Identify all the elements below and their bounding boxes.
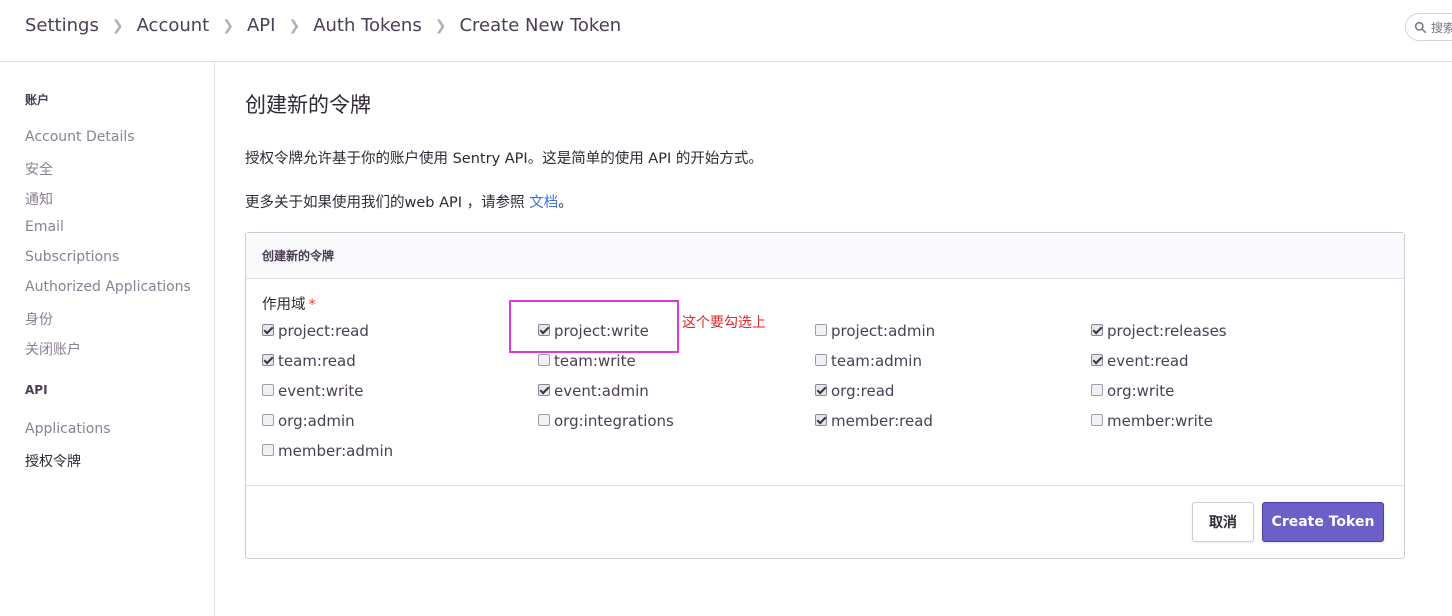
scope-org-integrations[interactable]: org:integrations — [538, 412, 674, 430]
breadcrumb: Settings ❯ Account ❯ API ❯ Auth Tokens ❯… — [25, 15, 621, 36]
scope-checkbox[interactable] — [1091, 324, 1103, 336]
scope-label: event:read — [1107, 352, 1189, 370]
sidebar-item-auth-tokens[interactable]: 授权令牌 — [25, 451, 81, 471]
page-description: 授权令牌允许基于你的账户使用 Sentry API。这是简单的使用 API 的开… — [245, 151, 763, 167]
scope-event-admin[interactable]: event:admin — [538, 382, 649, 400]
panel-header: 创建新的令牌 — [246, 233, 1404, 279]
scope-checkbox[interactable] — [1091, 414, 1103, 426]
sidebar-heading-api: API — [25, 383, 48, 397]
scope-label: event:admin — [554, 382, 649, 400]
scope-label: project:read — [278, 322, 369, 340]
scope-team-admin[interactable]: team:admin — [815, 352, 922, 370]
scope-label: member:read — [831, 412, 933, 430]
chevron-right-icon: ❯ — [434, 17, 447, 34]
scope-checkbox[interactable] — [538, 324, 550, 336]
chevron-right-icon: ❯ — [222, 17, 234, 34]
docs-link[interactable]: 文档 — [529, 195, 558, 211]
scope-checkbox[interactable] — [262, 414, 274, 426]
docs-note: 更多关于如果使用我们的web API ，请参照 文档。 — [245, 191, 573, 212]
required-mark: * — [308, 297, 316, 313]
sidebar-item-notifications[interactable]: 通知 — [25, 189, 53, 209]
sidebar-item-authorized-applications[interactable]: Authorized Applications — [25, 279, 191, 295]
chevron-right-icon: ❯ — [111, 17, 124, 34]
scope-member-read[interactable]: member:read — [815, 412, 933, 430]
scope-checkbox[interactable] — [815, 384, 827, 396]
scope-checkbox[interactable] — [262, 354, 274, 366]
scope-team-read[interactable]: team:read — [262, 352, 356, 370]
scopes-label-text: 作用域 — [262, 297, 306, 313]
docs-note-prefix: 更多关于如果使用我们的web API ，请参照 — [245, 195, 530, 211]
scope-event-write[interactable]: event:write — [262, 382, 364, 400]
breadcrumb-auth-tokens[interactable]: Auth Tokens — [313, 15, 422, 36]
sidebar-item-identities[interactable]: 身份 — [25, 309, 53, 329]
sidebar-item-subscriptions[interactable]: Subscriptions — [25, 249, 119, 265]
breadcrumb-account[interactable]: Account — [137, 15, 210, 36]
search-input[interactable]: 搜索 — [1405, 13, 1452, 41]
scope-org-read[interactable]: org:read — [815, 382, 894, 400]
scopes-label: 作用域 * — [262, 293, 316, 314]
sidebar-item-email[interactable]: Email — [25, 219, 64, 235]
search-placeholder: 搜索 — [1431, 20, 1452, 35]
scope-event-read[interactable]: event:read — [1091, 352, 1189, 370]
sidebar: 账户 Account Details 安全 通知 Email Subscript… — [0, 62, 215, 616]
docs-note-suffix: 。 — [558, 195, 573, 211]
scope-project-admin[interactable]: project:admin — [815, 322, 935, 340]
scope-project-write[interactable]: project:write — [538, 322, 649, 340]
chevron-right-icon: ❯ — [288, 17, 301, 34]
sidebar-item-applications[interactable]: Applications — [25, 421, 111, 437]
scope-project-read[interactable]: project:read — [262, 322, 369, 340]
scope-checkbox[interactable] — [538, 384, 550, 396]
scope-label: team:admin — [831, 352, 922, 370]
scope-team-write[interactable]: team:write — [538, 352, 636, 370]
breadcrumb-settings[interactable]: Settings — [25, 15, 99, 36]
scope-label: project:write — [554, 322, 649, 340]
scope-label: org:write — [1107, 382, 1175, 400]
breadcrumb-create-new-token: Create New Token — [459, 15, 622, 36]
scope-checkbox[interactable] — [262, 384, 274, 396]
scope-label: project:admin — [831, 322, 936, 340]
create-token-panel: 创建新的令牌 作用域 * project:read project:write pro… — [245, 232, 1405, 559]
scope-label: team:write — [554, 352, 636, 370]
sidebar-heading-account: 账户 — [25, 93, 50, 107]
scope-label: project:releases — [1107, 322, 1227, 340]
scope-label: org:read — [831, 382, 895, 400]
scope-checkbox[interactable] — [538, 414, 550, 426]
scope-org-admin[interactable]: org:admin — [262, 412, 355, 430]
scope-checkbox[interactable] — [1091, 384, 1103, 396]
scope-checkbox[interactable] — [262, 324, 274, 336]
search-icon — [1414, 21, 1427, 33]
create-token-button[interactable]: Create Token — [1262, 502, 1384, 542]
scope-checkbox[interactable] — [262, 444, 274, 456]
scope-checkbox[interactable] — [538, 354, 550, 366]
page-title: 创建新的令牌 — [245, 93, 371, 117]
scope-member-write[interactable]: member:write — [1091, 412, 1213, 430]
scope-member-admin[interactable]: member:admin — [262, 442, 393, 460]
scope-org-write[interactable]: org:write — [1091, 382, 1174, 400]
breadcrumb-api[interactable]: API — [247, 15, 275, 36]
scope-project-releases[interactable]: project:releases — [1091, 322, 1227, 340]
scope-label: team:read — [278, 352, 356, 370]
scope-checkbox[interactable] — [1091, 354, 1103, 366]
cancel-button[interactable]: 取消 — [1192, 502, 1254, 542]
sidebar-item-account-details[interactable]: Account Details — [25, 129, 135, 145]
scope-label: org:integrations — [554, 412, 674, 430]
scope-checkbox[interactable] — [815, 414, 827, 426]
top-bar: Settings ❯ Account ❯ API ❯ Auth Tokens ❯… — [0, 0, 1452, 62]
scope-label: org:admin — [278, 412, 355, 430]
scope-checkbox[interactable] — [815, 324, 827, 336]
annotation-note: 这个要勾选上 — [682, 315, 766, 331]
scope-checkbox[interactable] — [815, 354, 827, 366]
panel-footer: 取消 Create Token — [246, 485, 1404, 559]
scope-label: member:write — [1107, 412, 1213, 430]
scope-label: member:admin — [278, 442, 394, 460]
sidebar-item-security[interactable]: 安全 — [25, 159, 53, 179]
sidebar-item-close-account[interactable]: 关闭账户 — [25, 339, 81, 359]
scope-label: event:write — [278, 382, 364, 400]
